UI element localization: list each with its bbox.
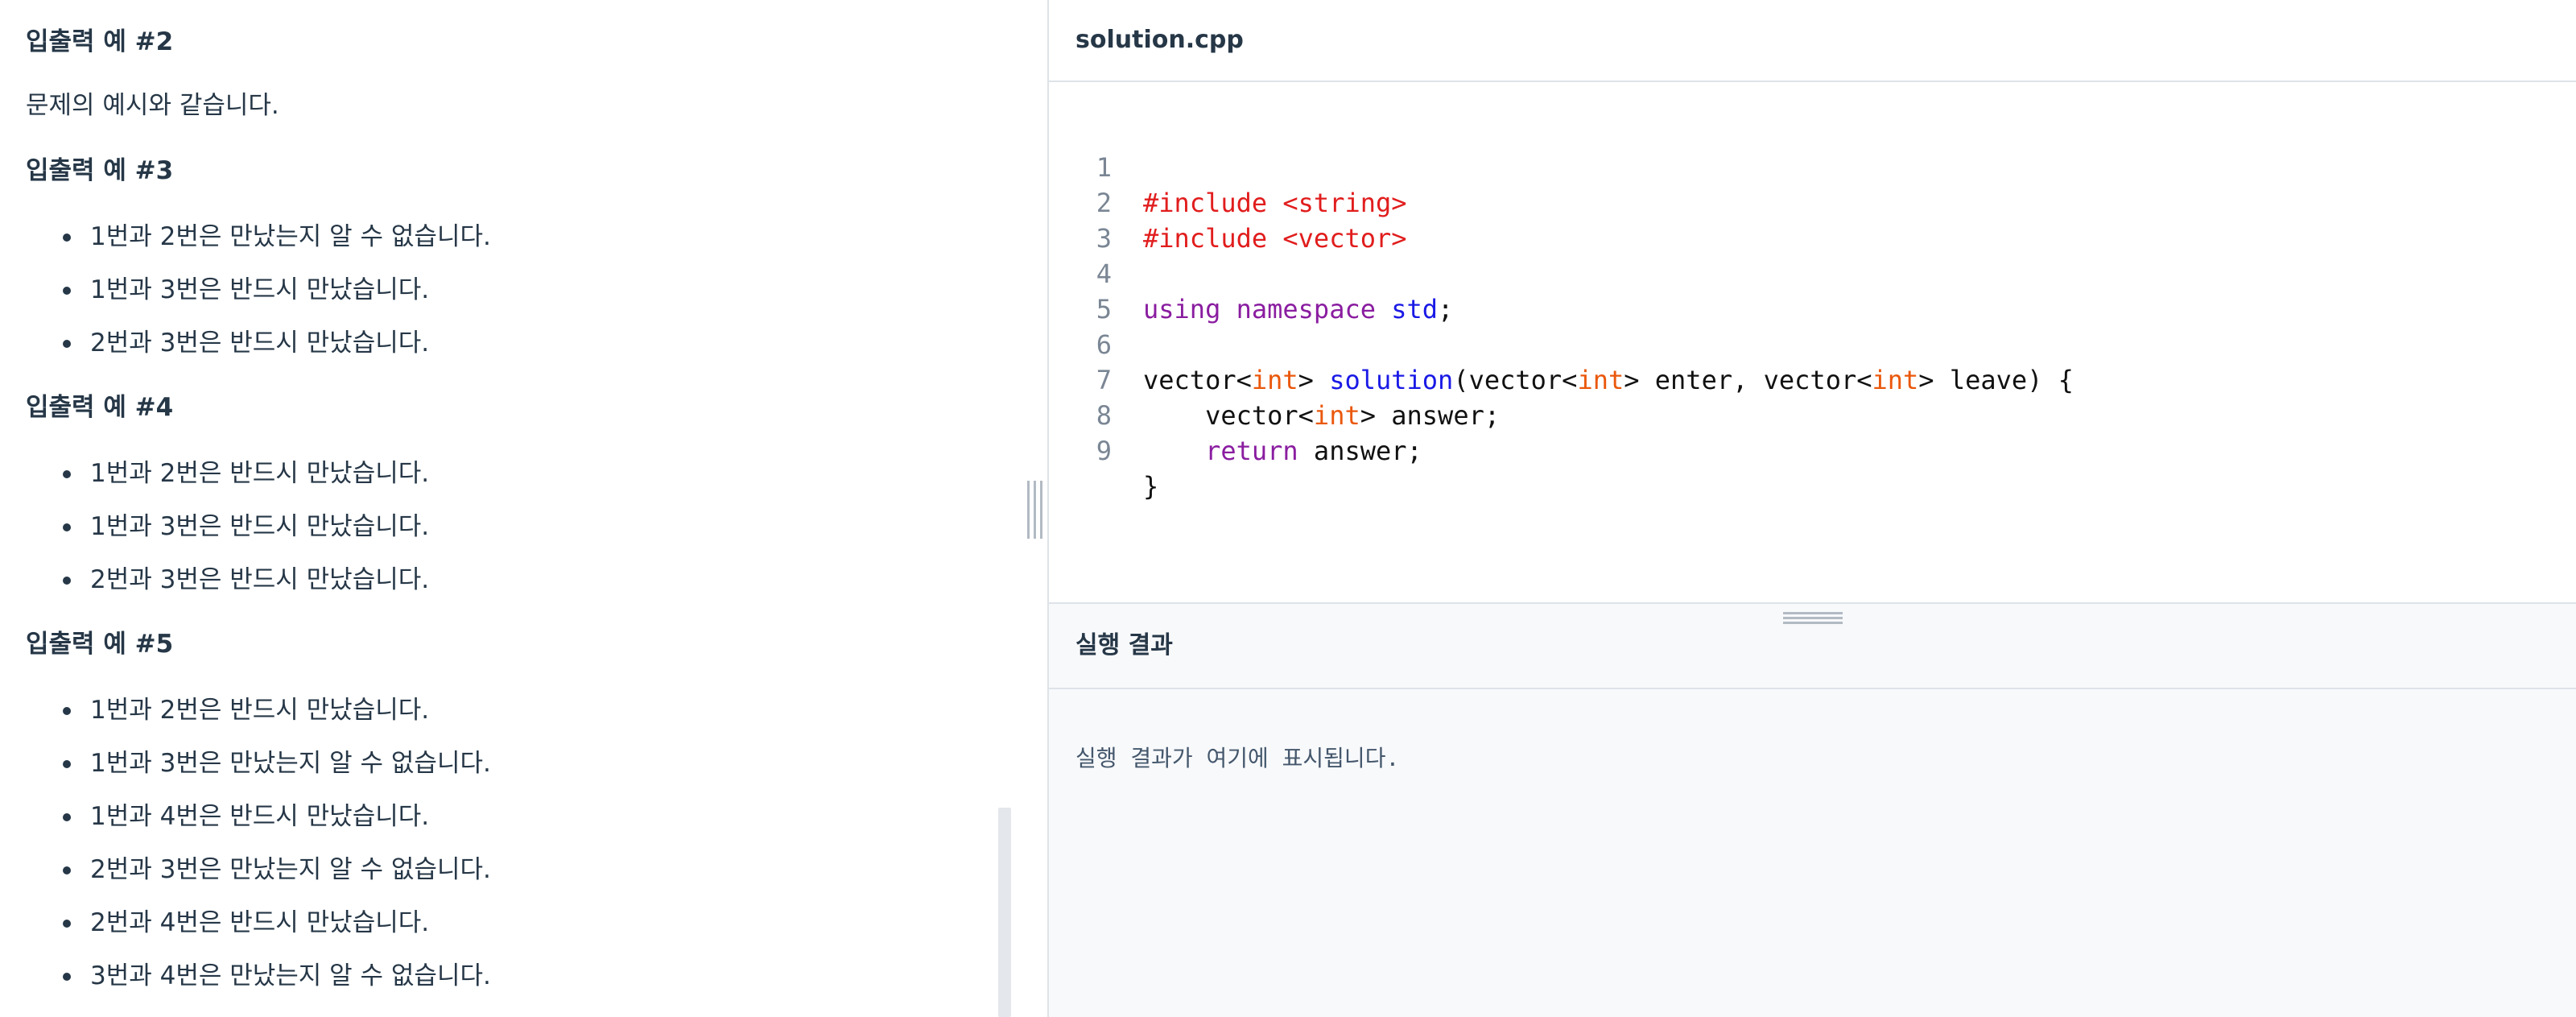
result-panel: 실행 결과 실행 결과가 여기에 표시됩니다. — [1049, 602, 2576, 1017]
code-text[interactable]: return answer; — [1143, 433, 1422, 469]
result-output: 실행 결과가 여기에 표시됩니다. — [1075, 745, 1400, 771]
horizontal-resize-handle-icon[interactable] — [1783, 609, 1843, 626]
code-editor[interactable]: 1 #include <string> 2 #include <vector> … — [1049, 84, 2576, 602]
bullet-icon — [63, 234, 71, 242]
code-line-8[interactable]: 8 return answer; — [1049, 362, 2576, 466]
bullet-icon — [63, 707, 71, 715]
example-2-text: 문제의 예시와 같습니다. — [26, 91, 279, 120]
code-line-9[interactable]: 9 } — [1049, 398, 2576, 502]
bullet-icon — [63, 340, 71, 348]
bullet-icon — [63, 470, 71, 478]
code-line-6[interactable]: 6 vector<int> solution(vector<int> enter… — [1049, 291, 2576, 395]
code-line-2[interactable]: 2 #include <vector> — [1049, 150, 2576, 254]
file-tab-bar: solution.cpp — [1049, 0, 2576, 82]
editor-pane: solution.cpp 1 #include <string> 2 #incl… — [1049, 0, 2576, 1017]
code-text[interactable]: } — [1143, 469, 1158, 504]
bullet-icon — [63, 760, 71, 768]
example-heading-2: 입출력 예 #2 — [26, 27, 174, 56]
bullet-icon — [63, 813, 71, 821]
code-line-3[interactable]: 3 — [1049, 185, 2576, 254]
example-heading-4: 입출력 예 #4 — [26, 393, 174, 422]
bullet-icon — [63, 920, 71, 928]
bullet-icon — [63, 287, 71, 295]
bullet-icon — [63, 973, 71, 981]
problem-pane[interactable]: 입출력 예 #2 문제의 예시와 같습니다. 입출력 예 #3 1번과 2번은 … — [0, 0, 1047, 1017]
problem-scrollbar-thumb[interactable] — [998, 808, 1011, 1017]
bullet-icon — [63, 523, 71, 531]
vertical-resize-handle-icon[interactable] — [1027, 481, 1045, 539]
example-heading-3: 입출력 예 #3 — [26, 156, 174, 185]
code-line-5[interactable]: 5 — [1049, 256, 2576, 325]
code-line-7[interactable]: 7 vector<int> answer; — [1049, 327, 2576, 431]
file-name-tab[interactable]: solution.cpp — [1075, 24, 1244, 56]
result-title: 실행 결과 — [1075, 631, 1173, 659]
example-heading-5: 입출력 예 #5 — [26, 630, 174, 659]
line-number: 9 — [1096, 436, 1112, 466]
code-line-1[interactable]: 1 #include <string> — [1049, 114, 2576, 218]
code-line-4[interactable]: 4 using namespace std; — [1049, 221, 2576, 325]
bullet-icon — [63, 866, 71, 874]
bullet-icon — [63, 577, 71, 585]
